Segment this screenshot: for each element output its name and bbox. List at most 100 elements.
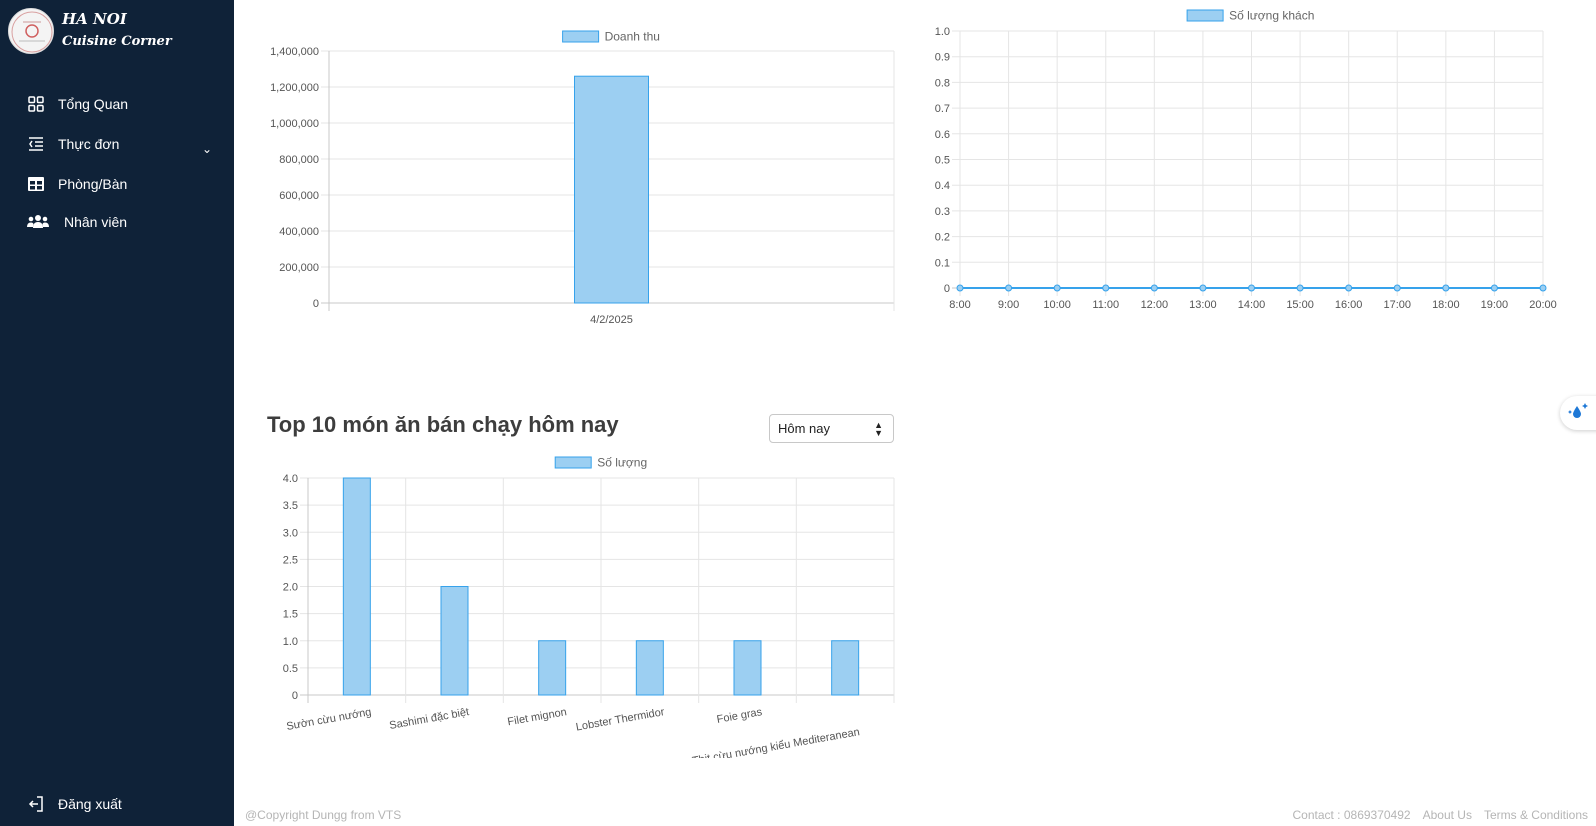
y-tick-label: 0.2	[935, 232, 950, 244]
y-tick-label: 600,000	[279, 190, 319, 202]
y-tick-label: 1.5	[283, 609, 298, 621]
y-tick-label: 0	[292, 690, 298, 702]
footer-links: Contact : 0869370492 About Us Terms & Co…	[1292, 808, 1588, 822]
y-tick-label: 2.5	[283, 554, 298, 566]
data-point	[1393, 284, 1401, 292]
sidebar-item-staff[interactable]: Nhân viên	[26, 210, 127, 234]
x-tick-label: 18:00	[1432, 299, 1460, 311]
data-point	[1490, 284, 1498, 292]
x-tick-label: 11:00	[1092, 299, 1119, 311]
y-tick-label: 1.0	[283, 636, 298, 648]
revenue-chart: Doanh thu 0 200,000 400,000 600,000 800,000 1,…	[270, 30, 895, 326]
bar	[635, 640, 664, 696]
x-tick-label: Foie gras	[716, 706, 764, 726]
period-select[interactable]: Hôm nay ▲ ▼	[769, 414, 894, 443]
x-tick-label: Sashimi đặc biệt	[388, 706, 470, 732]
x-tick-label: 9:00	[998, 299, 1019, 311]
brand[interactable]: HA NOI Cuisine Corner	[8, 8, 228, 56]
x-tick-label: 12:00	[1141, 299, 1169, 311]
y-tick-label: 0.5	[935, 155, 950, 167]
data-point	[956, 284, 964, 292]
bar	[440, 586, 469, 696]
x-tick-label: Filet mignon	[507, 706, 568, 728]
select-arrows-icon: ▲ ▼	[874, 420, 883, 438]
data-point	[1442, 284, 1450, 292]
legend-label: Số lượng khách	[1229, 9, 1314, 23]
y-tick-label: 400,000	[279, 226, 319, 238]
period-select-value: Hôm nay	[778, 421, 831, 436]
logo	[8, 8, 54, 54]
data-point	[1102, 284, 1110, 292]
sidebar-item-tables[interactable]: Phòng/Bàn	[26, 172, 127, 196]
legend-swatch	[554, 456, 592, 469]
customer-count-chart: Số lượng khách 0 0.1 0.2 0.3 0.4 0.5 0.6 0.7 0.8 0…	[935, 9, 1557, 312]
terms-link[interactable]: Terms & Conditions	[1484, 808, 1588, 822]
data-point	[1345, 284, 1353, 292]
y-tick-label: 0.3	[935, 206, 950, 218]
bar	[342, 477, 371, 696]
x-tick-label: 10:00	[1043, 299, 1071, 311]
x-tick-label: 4/2/2025	[590, 314, 633, 326]
y-tick-label: 0.4	[935, 180, 950, 192]
x-tick-label: 19:00	[1481, 299, 1509, 311]
logout-icon	[26, 794, 46, 814]
sidebar-item-label: Nhân viên	[64, 214, 128, 230]
x-tick-label: 20:00	[1529, 299, 1557, 311]
data-point	[1248, 284, 1255, 292]
legend-swatch	[562, 30, 600, 43]
y-tick-label: 200,000	[279, 262, 319, 274]
data-point	[1053, 284, 1061, 292]
x-tick-label: 17:00	[1383, 299, 1411, 311]
x-tick-label: 15:00	[1286, 299, 1314, 311]
bar	[538, 640, 567, 696]
x-tick-label: Lobster Thermidor	[575, 706, 666, 733]
bar	[733, 640, 762, 696]
sidebar-item-label: Thực đơn	[58, 136, 120, 152]
top-dishes-chart: Số lượng 0 0.5 1.0 1.5 2.0 2.5 3.0 3.5 4.0 Sườn cừ…	[283, 456, 895, 758]
data-point	[1150, 284, 1158, 292]
chevron-down-icon[interactable]: ⌄	[202, 142, 212, 156]
bar	[574, 75, 649, 304]
y-tick-label: 0	[944, 283, 950, 295]
y-tick-label: 0.7	[935, 103, 950, 115]
logout-button[interactable]: Đăng xuất	[26, 792, 122, 816]
y-tick-label: 1,200,000	[270, 82, 319, 94]
x-tick-label: 14:00	[1238, 299, 1266, 311]
y-tick-label: 1,000,000	[270, 118, 319, 130]
y-tick-label: 0.9	[935, 52, 950, 64]
sidebar-item-label: Phòng/Bàn	[58, 176, 128, 192]
sidebar: HA NOI Cuisine Corner Tổng Quan Thực đơn…	[0, 0, 234, 826]
x-tick-label: Thịt cừu nướng kiểu Mediteranean	[691, 726, 860, 758]
data-point	[1199, 284, 1207, 292]
table-icon	[26, 174, 46, 194]
y-tick-label: 0.5	[283, 663, 298, 675]
y-tick-label: 0	[313, 298, 319, 310]
y-tick-label: 0.1	[935, 257, 950, 269]
sidebar-item-overview[interactable]: Tổng Quan	[26, 92, 128, 116]
x-tick-label: 13:00	[1189, 299, 1217, 311]
bar	[831, 640, 860, 696]
contact-link[interactable]: Contact : 0869370492	[1292, 808, 1410, 822]
sidebar-item-menu[interactable]: Thực đơn	[26, 132, 119, 156]
y-tick-label: 2.0	[283, 582, 298, 594]
y-tick-label: 1.0	[935, 26, 950, 38]
data-point	[1296, 284, 1304, 292]
y-tick-label: 3.5	[283, 500, 298, 512]
x-tick-label: Sườn cừu nướng	[286, 706, 373, 733]
x-tick-label: 16:00	[1335, 299, 1363, 311]
sidebar-item-label: Tổng Quan	[58, 96, 129, 112]
grid-icon	[26, 94, 46, 114]
legend-label: Doanh thu	[605, 30, 660, 44]
y-tick-label: 4.0	[283, 473, 298, 485]
assistant-float-button[interactable]	[1560, 396, 1596, 430]
y-tick-label: 3.0	[283, 527, 298, 539]
about-link[interactable]: About Us	[1423, 808, 1472, 822]
users-icon	[26, 212, 50, 232]
y-tick-label: 0.6	[935, 129, 950, 141]
x-tick-label: 8:00	[949, 299, 970, 311]
data-point	[1005, 284, 1013, 292]
brand-tagline: Cuisine Corner	[62, 34, 172, 49]
y-tick-label: 800,000	[279, 154, 319, 166]
y-tick-label: 1,400,000	[270, 46, 319, 58]
logout-label: Đăng xuất	[58, 796, 122, 812]
